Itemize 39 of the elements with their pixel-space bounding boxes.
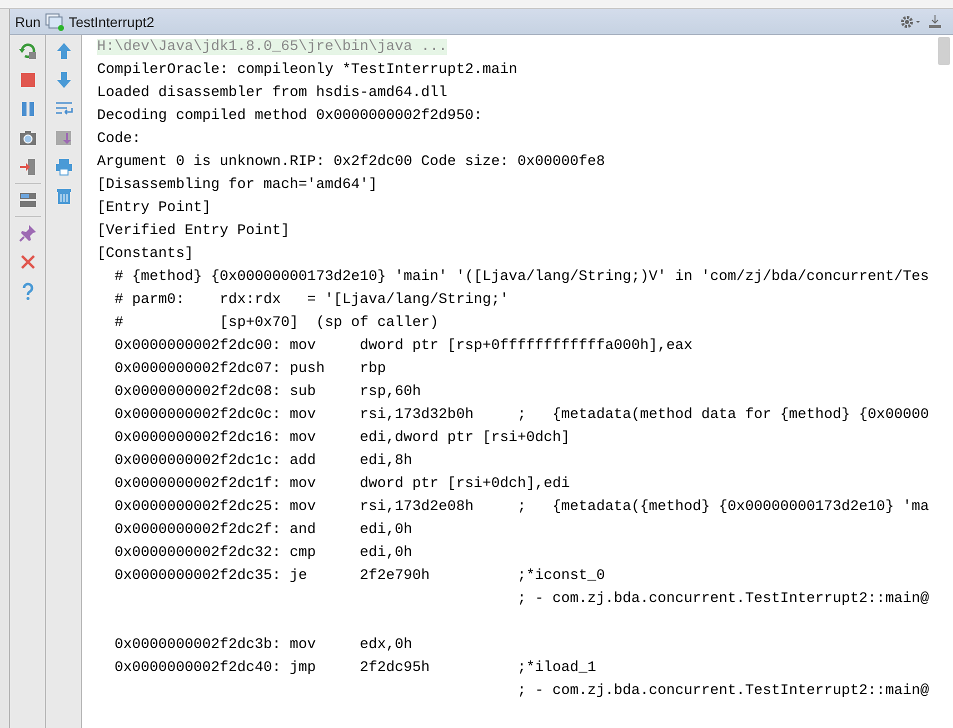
output-line: Argument 0 is unknown.RIP: 0x2f2dc00 Code size: 0x00000fe8	[97, 154, 605, 170]
output-line: # parm0: rdx:rdx = '[Ljava/lang/String;'	[114, 292, 509, 308]
layout-icon[interactable]	[18, 190, 38, 210]
output-line: 0x0000000002f2dc40: jmp 2f2dc95h ;*iload_1	[114, 660, 596, 676]
output-line: 0x0000000002f2dc07: push rbp	[114, 361, 386, 377]
hide-icon[interactable]	[927, 14, 943, 30]
output-line: 0x0000000002f2dc1f: mov dword ptr [rsi+0dch],edi	[114, 476, 570, 492]
pin-icon[interactable]	[18, 223, 38, 243]
output-line: 0x0000000002f2dc35: je 2f2e790h ;*iconst_0	[114, 568, 605, 584]
output-line: 0x0000000002f2dc00: mov dword ptr [rsp+0ffffffffffffa000h],eax	[114, 338, 693, 354]
output-line: 0x0000000002f2dc32: cmp edi,0h	[114, 545, 412, 561]
output-line: [Constants]	[97, 246, 194, 262]
exit-icon[interactable]	[18, 157, 38, 177]
tool-window-title: Run	[15, 14, 41, 30]
rerun-icon[interactable]	[18, 41, 38, 61]
output-line: 0x0000000002f2dc2f: and edi,0h	[114, 522, 412, 538]
output-line: 0x0000000002f2dc1c: add edi,8h	[114, 453, 412, 469]
output-line: Decoding compiled method 0x0000000002f2d950:	[97, 108, 482, 124]
settings-icon[interactable]	[899, 14, 923, 30]
camera-icon[interactable]	[18, 128, 38, 148]
scrollbar-thumb[interactable]	[938, 37, 950, 65]
output-line: [Disassembling for mach='amd64']	[97, 177, 378, 193]
scroll-to-end-icon[interactable]	[54, 128, 74, 148]
output-line: 0x0000000002f2dc3b: mov edx,0h	[114, 637, 412, 653]
output-line: Loaded disassembler from hsdis-amd64.dll	[97, 85, 448, 101]
output-line: [Entry Point]	[97, 200, 211, 216]
output-line: ; - com.zj.bda.concurrent.TestInterrupt2::main@	[516, 591, 929, 607]
output-line: [Verified Entry Point]	[97, 223, 290, 239]
output-line: # {method} {0x00000000173d2e10} 'main' '([Ljava/lang/String;)V' in 'com/zj/bda/concurrent/Tes	[114, 269, 929, 285]
output-line: 0x0000000002f2dc16: mov edi,dword ptr [rsi+0dch]	[114, 430, 570, 446]
output-line: 0x0000000002f2dc25: mov rsi,173d2e08h ; {metadata({method} {0x00000000173d2e10} 'ma	[114, 499, 929, 515]
output-line: ; - com.zj.bda.concurrent.TestInterrupt2::main@	[516, 683, 929, 699]
output-line: # [sp+0x70] (sp of caller)	[114, 315, 439, 331]
output-line: Code:	[97, 131, 141, 147]
output-line: CompilerOracle: compileonly *TestInterrupt2.main	[97, 62, 518, 78]
print-icon[interactable]	[54, 157, 74, 177]
run-tab[interactable]: TestInterrupt2	[68, 14, 154, 30]
output-line: 0x0000000002f2dc08: sub rsp,60h	[114, 384, 422, 400]
output-line: 0x0000000002f2dc0c: mov rsi,173d32b0h ; {metadata(method data for {method} {0x00000	[114, 407, 929, 423]
